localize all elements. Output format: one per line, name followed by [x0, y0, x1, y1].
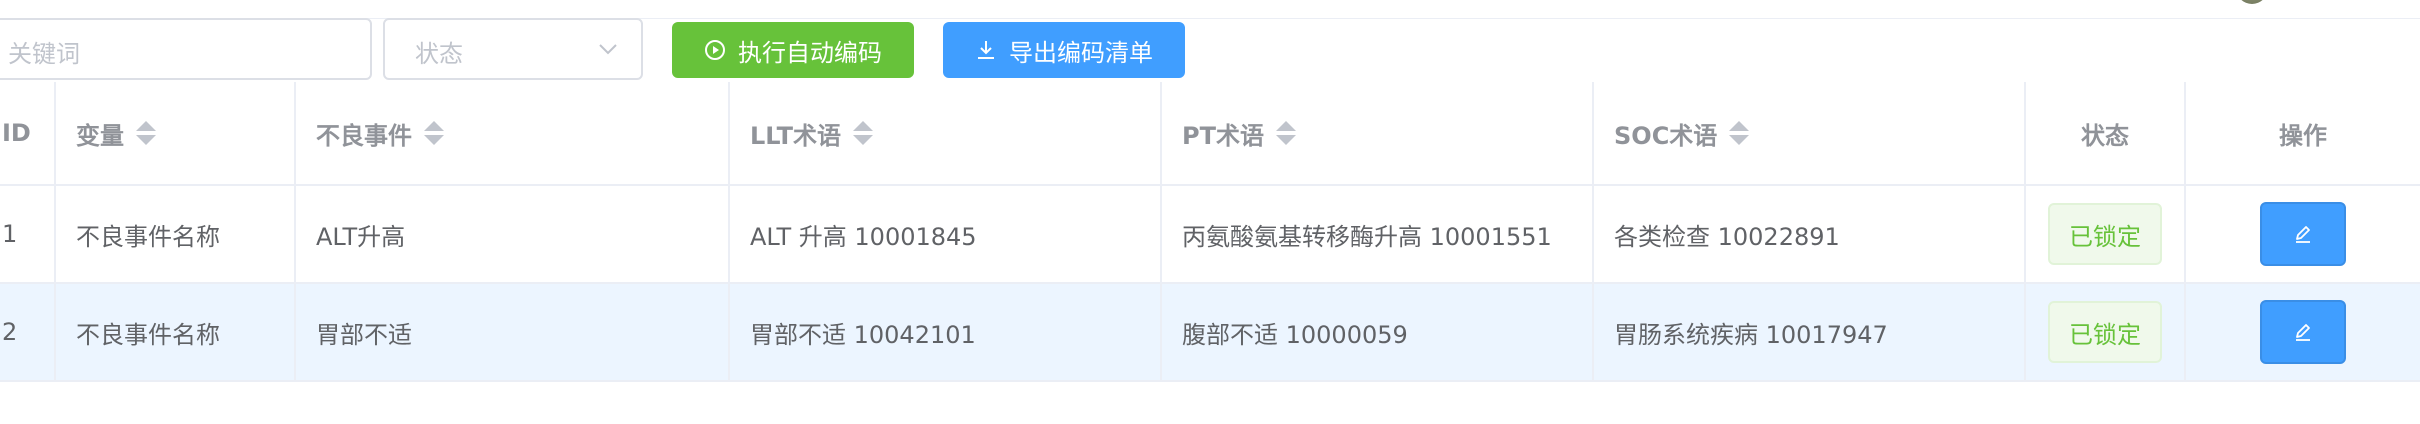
- header-soc[interactable]: SOC术语: [1594, 82, 2026, 184]
- cell-variable: 不良事件名称: [56, 186, 296, 282]
- sort-caret-icon[interactable]: [424, 120, 444, 146]
- header-status: 状态: [2026, 82, 2186, 184]
- export-button[interactable]: 导出编码清单: [943, 22, 1185, 78]
- cell-adverse-event: 胃部不适: [296, 284, 730, 380]
- cell-soc: 胃肠系统疾病 10017947: [1594, 284, 2026, 380]
- avatar[interactable]: [2236, 0, 2268, 4]
- sort-caret-icon[interactable]: [1729, 120, 1750, 146]
- header-adverse-event[interactable]: 不良事件: [296, 82, 730, 184]
- header-id-label: ID: [2, 119, 31, 147]
- cell-soc: 各类检查 10022891: [1594, 186, 2026, 282]
- toolbar: 关键词 状态 执行自动编码 导出编码清单: [0, 0, 2420, 82]
- cell-llt: ALT 升高 10001845: [730, 186, 1162, 282]
- cell-id: 2: [0, 284, 56, 380]
- header-soc-label: SOC术语: [1614, 121, 1718, 150]
- status-select[interactable]: 状态: [383, 18, 643, 80]
- cell-llt: 胃部不适 10042101: [730, 284, 1162, 380]
- header-status-label: 状态: [2081, 121, 2129, 150]
- header-variable-label: 变量: [76, 121, 124, 150]
- export-label: 导出编码清单: [1009, 38, 1153, 67]
- cell-pt: 丙氨酸氨基转移酶升高 10001551: [1162, 186, 1594, 282]
- edit-button[interactable]: [2260, 300, 2346, 364]
- sort-caret-icon[interactable]: [852, 120, 873, 146]
- cell-variable: 不良事件名称: [56, 284, 296, 380]
- header-llt-label: LLT术语: [750, 121, 841, 150]
- chevron-down-icon: [599, 44, 617, 55]
- download-icon: [978, 41, 994, 59]
- sort-caret-icon[interactable]: [1275, 120, 1296, 146]
- cell-status: 已锁定: [2026, 284, 2186, 380]
- header-llt[interactable]: LLT术语: [730, 82, 1162, 184]
- table-header-row: ID 变量 不良事件 LLT术语 PT术语 SOC术语 状态 操作: [0, 82, 2420, 186]
- header-pt[interactable]: PT术语: [1162, 82, 1594, 184]
- header-id[interactable]: ID: [0, 82, 56, 184]
- cell-actions: [2186, 186, 2420, 282]
- cell-id: 1: [0, 186, 56, 282]
- keyword-search-input[interactable]: 关键词: [0, 18, 372, 80]
- edit-pencil-icon: [2296, 324, 2310, 341]
- table-row[interactable]: 1 不良事件名称 ALT升高 ALT 升高 10001845 丙氨酸氨基转移酶升…: [0, 186, 2420, 284]
- header-actions: 操作: [2186, 82, 2420, 184]
- cell-actions: [2186, 284, 2420, 380]
- edit-button[interactable]: [2260, 202, 2346, 266]
- cell-pt: 腹部不适 10000059: [1162, 284, 1594, 380]
- header-adverse-event-label: 不良事件: [316, 121, 412, 150]
- keyword-placeholder: 关键词: [8, 40, 80, 68]
- status-badge: 已锁定: [2048, 203, 2162, 265]
- cell-status: 已锁定: [2026, 186, 2186, 282]
- auto-code-label: 执行自动编码: [738, 38, 882, 67]
- auto-code-button[interactable]: 执行自动编码: [672, 22, 914, 78]
- status-badge: 已锁定: [2048, 301, 2162, 363]
- edit-pencil-icon: [2296, 226, 2310, 243]
- sort-caret-icon[interactable]: [136, 120, 156, 146]
- play-circle-icon: [705, 40, 725, 60]
- header-actions-label: 操作: [2279, 121, 2327, 150]
- table-row[interactable]: 2 不良事件名称 胃部不适 胃部不适 10042101 腹部不适 1000005…: [0, 284, 2420, 382]
- status-placeholder: 状态: [415, 40, 463, 68]
- header-pt-label: PT术语: [1182, 121, 1264, 150]
- cell-adverse-event: ALT升高: [296, 186, 730, 282]
- header-variable[interactable]: 变量: [56, 82, 296, 184]
